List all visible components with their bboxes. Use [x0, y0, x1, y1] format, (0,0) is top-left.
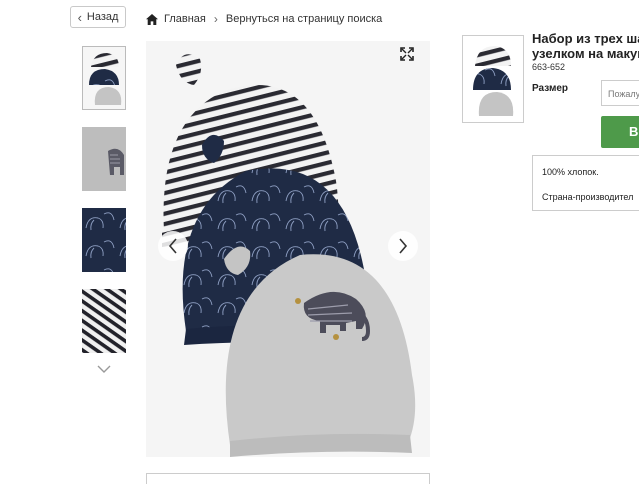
back-button-label: Назад: [86, 11, 119, 23]
below-image-panel: [146, 473, 430, 484]
thumbnail-image: [82, 289, 126, 353]
breadcrumb: Главная › Вернуться на страницу поиска: [146, 12, 382, 26]
thumbnail-image: [83, 47, 125, 109]
mini-image: [463, 36, 523, 122]
chevron-right-icon: [399, 238, 408, 254]
product-title: Набор из трех шап узелком на макуш: [532, 31, 639, 61]
expand-icon[interactable]: [400, 47, 414, 61]
chevron-right-icon: ›: [213, 12, 218, 26]
product-sku: 663-652: [532, 62, 566, 72]
prev-image-button[interactable]: [158, 231, 188, 261]
country-text: Страна-производител: [542, 192, 634, 202]
size-label: Размер: [532, 83, 569, 94]
product-info-box: 100% хлопок. Страна-производител: [532, 155, 639, 211]
breadcrumb-home-link[interactable]: Главная: [164, 13, 206, 25]
add-to-cart-button[interactable]: В: [601, 116, 639, 148]
back-button[interactable]: ‹ Назад: [70, 6, 126, 28]
next-image-button[interactable]: [388, 231, 418, 261]
size-select[interactable]: Пожалу: [601, 80, 639, 106]
thumbnail-strip: [82, 46, 128, 370]
thumbnail-image: [82, 208, 126, 272]
main-product-image[interactable]: [146, 41, 430, 457]
chevron-left-icon: [168, 238, 177, 254]
breadcrumb-search-link[interactable]: Вернуться на страницу поиска: [226, 13, 382, 25]
thumbnail-grey-hat-detail[interactable]: [82, 127, 126, 191]
product-title-line2: узелком на макуш: [532, 46, 639, 61]
chevron-down-icon[interactable]: [96, 364, 112, 374]
product-mini-image: [462, 35, 524, 123]
thumbnail-navy-print-detail[interactable]: [82, 208, 126, 272]
thumbnail-three-hats[interactable]: [82, 46, 126, 110]
product-title-line1: Набор из трех шап: [532, 31, 639, 46]
chevron-left-icon: ‹: [77, 9, 82, 25]
thumbnail-striped-detail[interactable]: [82, 289, 126, 353]
home-icon: [146, 13, 158, 25]
thumbnail-image: [82, 127, 126, 191]
composition-text: 100% хлопок.: [542, 167, 599, 177]
